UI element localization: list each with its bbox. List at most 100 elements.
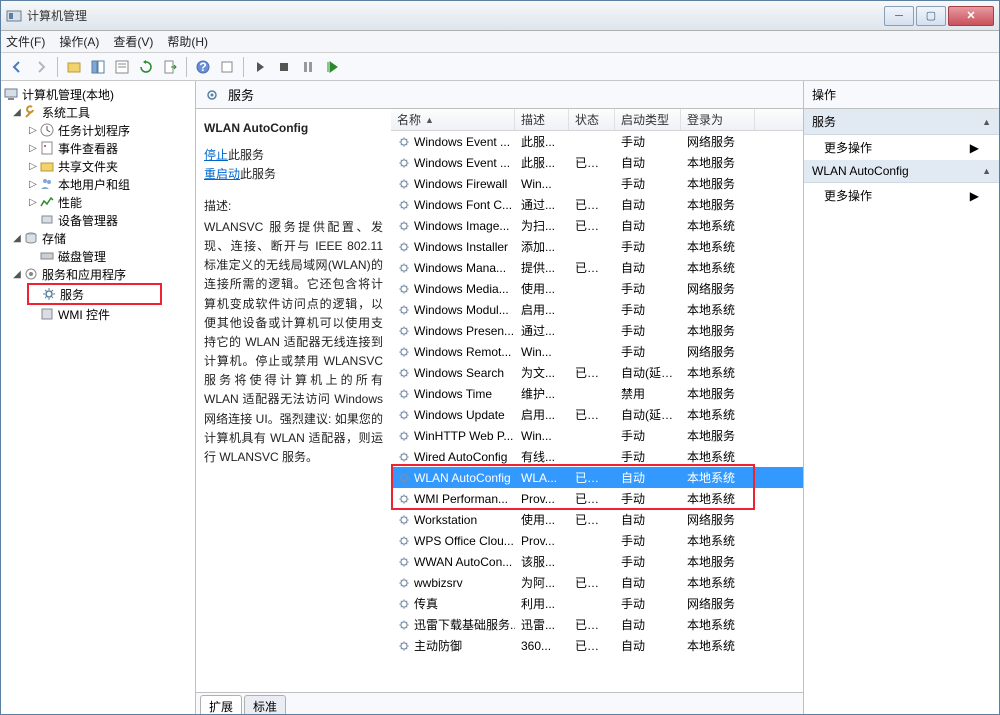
gear-icon xyxy=(397,366,411,380)
separator xyxy=(186,57,187,77)
service-row[interactable]: Windows Modul...启用...手动本地系统 xyxy=(391,299,803,320)
service-startup: 自动 xyxy=(615,574,681,591)
service-row[interactable]: 传真利用...手动网络服务 xyxy=(391,593,803,614)
tree-localusers[interactable]: ▷ 本地用户和组 xyxy=(3,175,193,193)
perf-icon xyxy=(39,194,55,210)
service-desc: 使用... xyxy=(515,511,569,528)
play-button[interactable] xyxy=(249,56,271,78)
maximize-button[interactable]: ▢ xyxy=(916,6,946,26)
collapse-icon[interactable]: ◢ xyxy=(11,269,23,280)
service-name: Windows Time xyxy=(414,387,492,401)
description-label: 描述: xyxy=(204,197,383,216)
restart-button[interactable] xyxy=(321,56,343,78)
service-row[interactable]: WPS Office Clou...Prov...手动本地系统 xyxy=(391,530,803,551)
tab-standard[interactable]: 标准 xyxy=(244,695,286,714)
service-row[interactable]: Windows Remot...Win...手动网络服务 xyxy=(391,341,803,362)
service-logon: 本地服务 xyxy=(681,322,755,339)
pause-button[interactable] xyxy=(297,56,319,78)
expand-icon[interactable]: ▷ xyxy=(27,125,39,136)
gear-icon xyxy=(397,639,411,653)
service-row[interactable]: Windows Event ...此服...已启动自动本地服务 xyxy=(391,152,803,173)
help-button[interactable]: ? xyxy=(192,56,214,78)
restart-link[interactable]: 重启动 xyxy=(204,167,240,181)
tree-root[interactable]: 计算机管理(本地) xyxy=(3,85,193,103)
expand-icon[interactable]: ▷ xyxy=(27,143,39,154)
actions-section-selected[interactable]: WLAN AutoConfig ▲ xyxy=(804,160,999,183)
col-header-name[interactable]: 名称▲ xyxy=(391,109,515,130)
tree-storage[interactable]: ◢ 存储 xyxy=(3,229,193,247)
service-row[interactable]: Windows Installer添加...手动本地系统 xyxy=(391,236,803,257)
expand-icon[interactable]: ▷ xyxy=(27,161,39,172)
service-row[interactable]: Windows Mana...提供...已启动自动本地系统 xyxy=(391,257,803,278)
service-row[interactable]: WWAN AutoCon...该服...手动本地服务 xyxy=(391,551,803,572)
service-row[interactable]: WMI Performan...Prov...已启动手动本地系统 xyxy=(391,488,803,509)
service-row[interactable]: Windows Time维护...禁用本地服务 xyxy=(391,383,803,404)
tree-systools[interactable]: ◢ 系统工具 xyxy=(3,103,193,121)
service-row[interactable]: Workstation使用...已启动自动网络服务 xyxy=(391,509,803,530)
collapse-icon[interactable]: ◢ xyxy=(11,107,23,118)
col-header-desc[interactable]: 描述 xyxy=(515,109,569,130)
expand-icon[interactable]: ▷ xyxy=(27,197,39,208)
collapse-icon[interactable]: ◢ xyxy=(11,233,23,244)
menu-help[interactable]: 帮助(H) xyxy=(167,33,208,50)
label: 更多操作 xyxy=(824,139,872,156)
menu-file[interactable]: 文件(F) xyxy=(6,33,45,50)
service-row[interactable]: Windows Font C...通过...已启动自动本地服务 xyxy=(391,194,803,215)
tab-extended[interactable]: 扩展 xyxy=(200,695,242,714)
tree-diskmgmt[interactable]: 磁盘管理 xyxy=(3,247,193,265)
refresh-button[interactable] xyxy=(135,56,157,78)
service-row[interactable]: 主动防御360...已启动自动本地系统 xyxy=(391,635,803,656)
service-row[interactable]: Windows Search为文...已启动自动(延迟...本地系统 xyxy=(391,362,803,383)
properties-button[interactable] xyxy=(111,56,133,78)
service-row[interactable]: Windows Media...使用...手动网络服务 xyxy=(391,278,803,299)
tree-sharedfolders[interactable]: ▷ 共享文件夹 xyxy=(3,157,193,175)
service-row[interactable]: Wired AutoConfig有线...手动本地系统 xyxy=(391,446,803,467)
tree-taskscheduler[interactable]: ▷ 任务计划程序 xyxy=(3,121,193,139)
service-logon: 网络服务 xyxy=(681,595,755,612)
tree-pane[interactable]: 计算机管理(本地) ◢ 系统工具 ▷ 任务计划程序 ▷ 事件查看器 ▷ 共享文件… xyxy=(1,81,196,714)
export-button[interactable] xyxy=(159,56,181,78)
tree-servicesapps[interactable]: ◢ 服务和应用程序 xyxy=(3,265,193,283)
gear-icon xyxy=(397,198,411,212)
tree-performance[interactable]: ▷ 性能 xyxy=(3,193,193,211)
actions-more-1[interactable]: 更多操作 ▶ xyxy=(804,135,999,160)
col-header-startup[interactable]: 启动类型 xyxy=(615,109,681,130)
service-row[interactable]: WinHTTP Web P...Win...手动本地服务 xyxy=(391,425,803,446)
minimize-button[interactable]: ─ xyxy=(884,6,914,26)
services-rows[interactable]: Windows Event ...此服...手动网络服务Windows Even… xyxy=(391,131,803,692)
menu-action[interactable]: 操作(A) xyxy=(59,33,99,50)
service-row[interactable]: WLAN AutoConfigWLA...已启动自动本地系统 xyxy=(391,467,803,488)
service-row[interactable]: 迅雷下载基础服务...迅雷...已启动自动本地系统 xyxy=(391,614,803,635)
tree-eventviewer[interactable]: ▷ 事件查看器 xyxy=(3,139,193,157)
expand-icon[interactable]: ▷ xyxy=(27,179,39,190)
close-button[interactable]: ✕ xyxy=(948,6,994,26)
service-name: Windows Firewall xyxy=(414,177,507,191)
service-status: 已启动 xyxy=(569,406,615,423)
service-row[interactable]: wwbizsrv为阿...已启动自动本地系统 xyxy=(391,572,803,593)
col-header-logon[interactable]: 登录为 xyxy=(681,109,755,130)
service-name: Windows Modul... xyxy=(414,303,509,317)
service-desc: 通过... xyxy=(515,196,569,213)
filter-button[interactable] xyxy=(216,56,238,78)
actions-section-services[interactable]: 服务 ▲ xyxy=(804,109,999,135)
gear-icon xyxy=(397,240,411,254)
col-header-status[interactable]: 状态 xyxy=(569,109,615,130)
service-row[interactable]: Windows Presen...通过...手动本地服务 xyxy=(391,320,803,341)
service-row[interactable]: Windows FirewallWin...手动本地服务 xyxy=(391,173,803,194)
service-desc: 有线... xyxy=(515,448,569,465)
stop-link[interactable]: 停止 xyxy=(204,148,228,162)
nav-forward-button[interactable] xyxy=(30,56,52,78)
stop-button[interactable] xyxy=(273,56,295,78)
nav-back-button[interactable] xyxy=(6,56,28,78)
up-button[interactable] xyxy=(63,56,85,78)
menu-view[interactable]: 查看(V) xyxy=(113,33,153,50)
show-hide-button[interactable] xyxy=(87,56,109,78)
tree-wmi[interactable]: WMI 控件 xyxy=(3,305,193,323)
tree-services[interactable]: 服务 xyxy=(29,285,160,303)
service-row[interactable]: Windows Image...为扫...已启动自动本地系统 xyxy=(391,215,803,236)
service-row[interactable]: Windows Event ...此服...手动网络服务 xyxy=(391,131,803,152)
service-name: Windows Search xyxy=(414,366,504,380)
actions-more-2[interactable]: 更多操作 ▶ xyxy=(804,183,999,208)
service-row[interactable]: Windows Update启用...已启动自动(延迟...本地系统 xyxy=(391,404,803,425)
tree-devicemgr[interactable]: 设备管理器 xyxy=(3,211,193,229)
